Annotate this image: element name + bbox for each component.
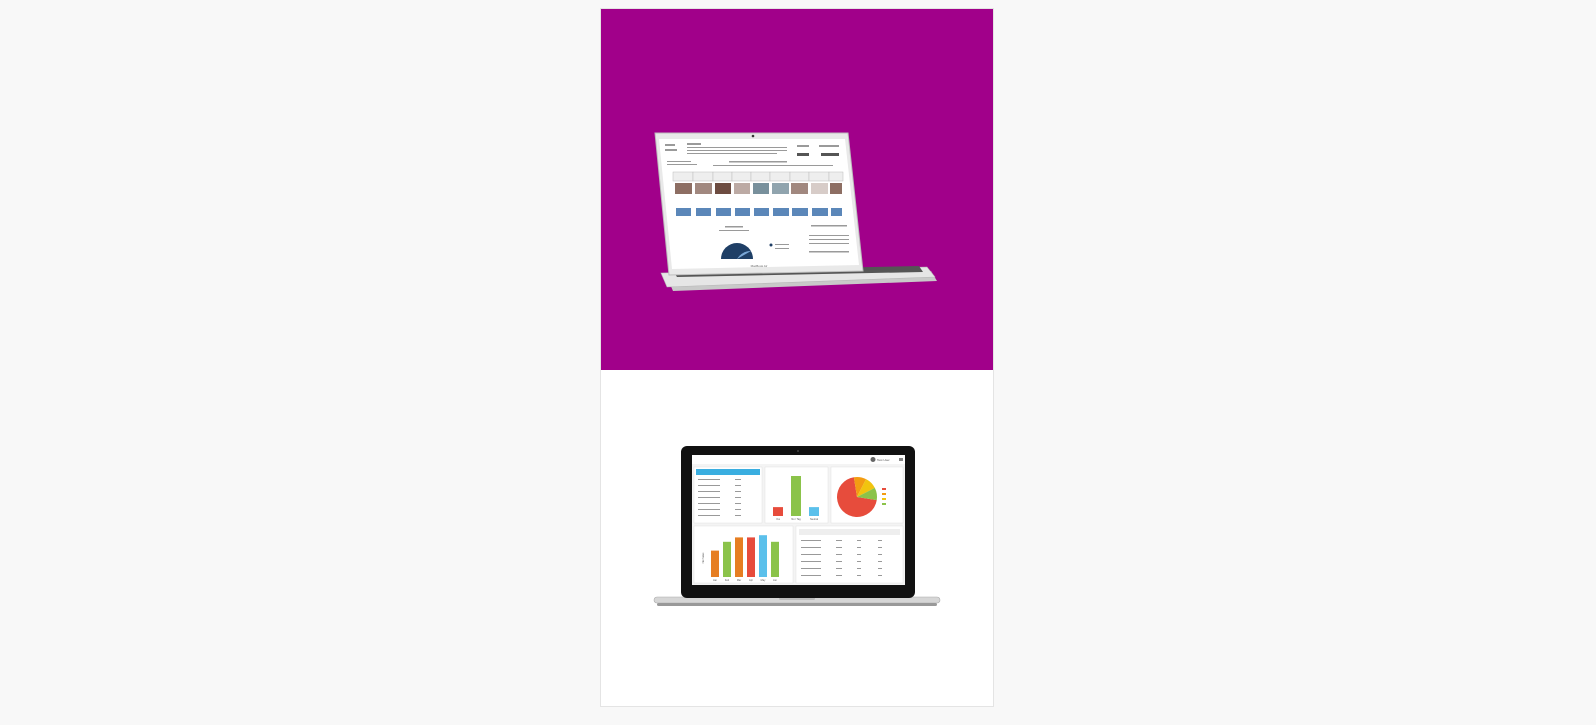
laptop-brand-label: MacBook Air [751, 264, 768, 268]
bar-large-2 [735, 537, 743, 577]
laptop-photo-front: Test User Yes No / Tag Neutral Jan Feb M… [653, 446, 941, 606]
laptop-photo-angled: MacBook Air [654, 132, 937, 291]
bar-large-0 [711, 550, 719, 577]
bar-small-0 [773, 507, 783, 516]
bar-small-label-1: No / Tag [791, 518, 801, 521]
bar-large-ylabel: Net Sales [702, 552, 705, 564]
bar-large-label-0: Jan [713, 579, 718, 582]
avatar [870, 457, 876, 462]
bar-large-label-3: Apr [749, 579, 753, 582]
bar-large-4 [759, 535, 767, 577]
bar-large-label-4: May [761, 579, 766, 582]
bottom-image-panel: Test User Yes No / Tag Neutral Jan Feb M… [601, 370, 993, 706]
bar-small-label-2: Neutral [810, 518, 819, 521]
bar-small-2 [809, 507, 819, 516]
bar-large-label-1: Feb [725, 579, 730, 582]
bar-large-label-5: Jun [773, 579, 778, 582]
bar-large-3 [747, 537, 755, 577]
menu-icon [899, 458, 903, 461]
bar-large-5 [771, 541, 779, 577]
image-card: MacBook Air Test User Yes No / Tag Neutr… [600, 8, 994, 707]
bar-large-1 [723, 541, 731, 577]
user-label: Test User [877, 458, 890, 462]
bar-large-label-2: Mar [737, 579, 741, 582]
pie-chart [837, 477, 877, 517]
top-image-panel: MacBook Air [601, 9, 993, 370]
bar-small-1 [791, 476, 801, 516]
